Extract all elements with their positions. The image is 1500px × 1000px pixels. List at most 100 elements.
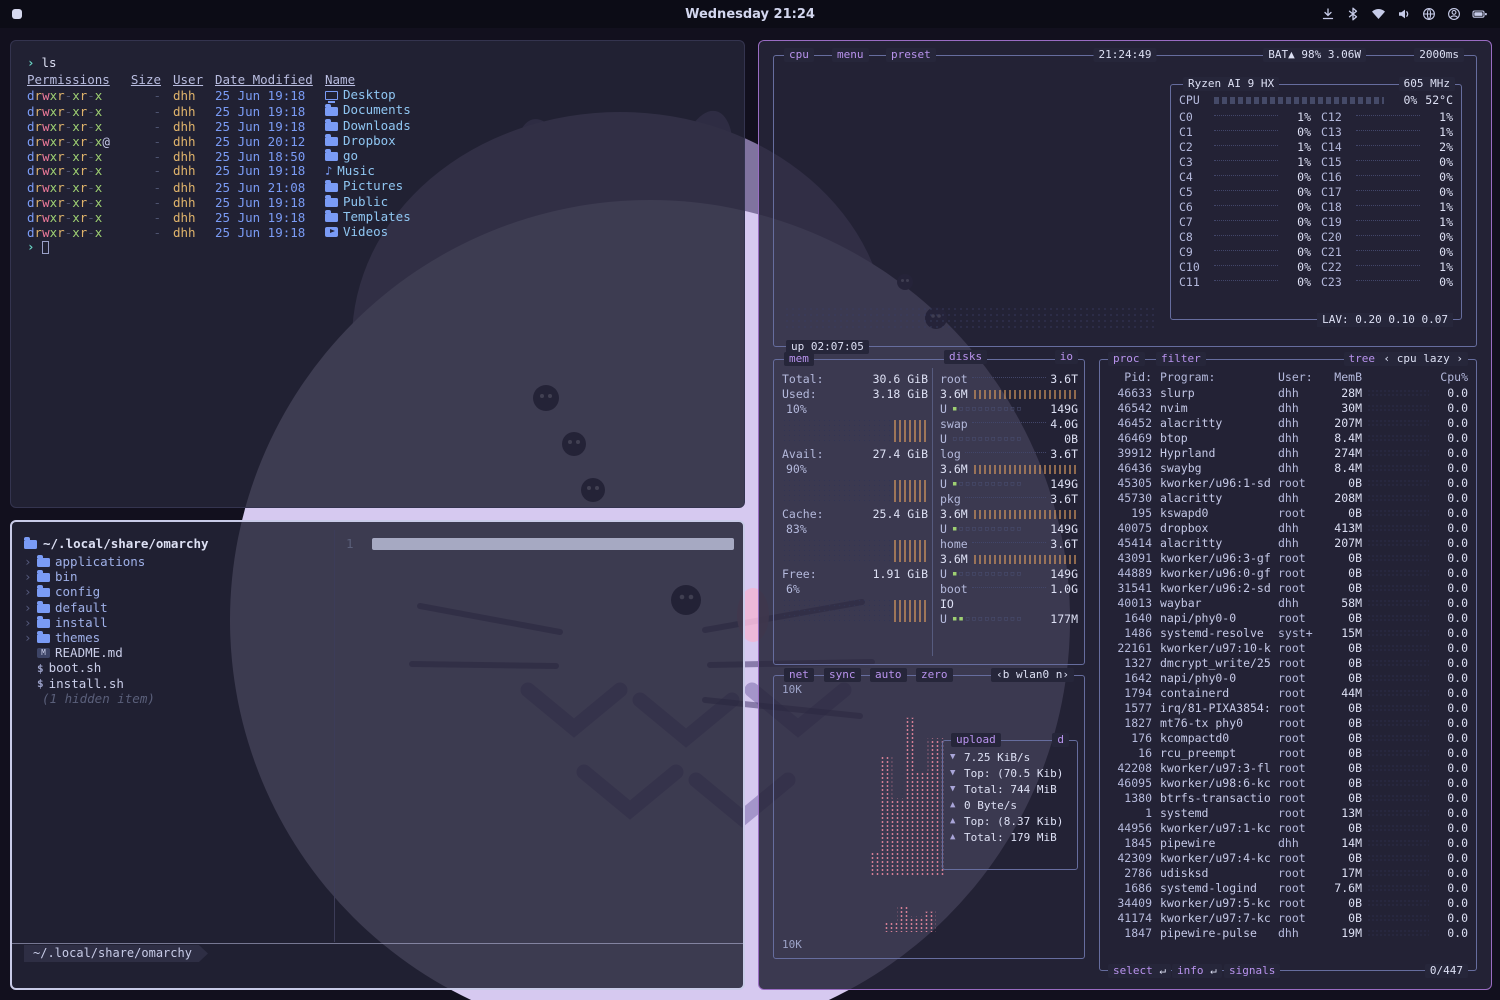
process-row[interactable]: 46542 nvim dhh 30M 0.0: [1108, 401, 1468, 416]
signals-hint[interactable]: signals: [1224, 964, 1280, 978]
proc-title[interactable]: proc: [1108, 352, 1145, 366]
sort-selector[interactable]: ‹ cpu lazy ›: [1379, 352, 1468, 366]
process-row[interactable]: 46436 swaybg dhh 8.4M 0.0: [1108, 461, 1468, 476]
filter-button[interactable]: filter: [1156, 352, 1206, 366]
updates-icon[interactable]: [1321, 7, 1335, 21]
process-row[interactable]: 1327 dmcrypt_write/25 root 0B 0.0: [1108, 656, 1468, 671]
core-label: C12: [1321, 110, 1351, 125]
disk-entry[interactable]: home 3.6T 3.6M U ▪▫▫▫▫▫▫▫▫▫▫ 149G: [940, 537, 1078, 582]
ls-row: drwxr-xr-x - dhh 25 Jun 19:18 Documents: [27, 102, 728, 117]
preset-button[interactable]: preset: [886, 48, 936, 62]
process-row[interactable]: 45414 alacritty dhh 207M 0.0: [1108, 536, 1468, 551]
file-permissions: drwxr-xr-x: [27, 88, 129, 104]
process-row[interactable]: 1640 napi/phy0-0 root 0B 0.0: [1108, 611, 1468, 626]
tree-item[interactable]: › bin: [24, 569, 324, 584]
process-row[interactable]: 2786 udisksd root 17M 0.0: [1108, 866, 1468, 881]
tree-item[interactable]: › config: [24, 584, 324, 599]
process-row[interactable]: 43091 kworker/u96:3-gf root 0B 0.0: [1108, 551, 1468, 566]
disk-entry[interactable]: log 3.6T 3.6M U ▪▫▫▫▫▫▫▫▫▫▫ 149G: [940, 447, 1078, 492]
process-row[interactable]: 42208 kworker/u97:3-fl root 0B 0.0: [1108, 761, 1468, 776]
terminal-window-ls[interactable]: › ls Permissions Size User Date Modified…: [10, 40, 745, 508]
process-row[interactable]: 195 kswapd0 root 0B 0.0: [1108, 506, 1468, 521]
process-row[interactable]: 1845 pipewire dhh 14M 0.0: [1108, 836, 1468, 851]
process-row[interactable]: 16 rcu_preempt root 0B 0.0: [1108, 746, 1468, 761]
process-name: systemd-logind: [1152, 881, 1278, 896]
process-user: dhh: [1278, 521, 1324, 536]
net-interface[interactable]: ‹b wlan0 n›: [991, 668, 1074, 682]
process-row[interactable]: 41174 kworker/u97:7-kc root 0B 0.0: [1108, 911, 1468, 926]
process-row[interactable]: 44956 kworker/u97:1-kc root 0B 0.0: [1108, 821, 1468, 836]
account-icon[interactable]: [1447, 7, 1461, 21]
update-interval[interactable]: 2000ms: [1414, 48, 1464, 62]
tree-root-row[interactable]: ~/.local/share/omarchy: [24, 536, 209, 551]
process-row[interactable]: 1794 containerd root 44M 0.0: [1108, 686, 1468, 701]
tree-item[interactable]: › themes: [24, 630, 324, 645]
io-mode-toggle[interactable]: io: [1055, 350, 1078, 364]
tree-toggle[interactable]: tree: [1344, 352, 1381, 366]
net-zero-toggle[interactable]: zero: [916, 668, 953, 682]
tree-item[interactable]: › default: [24, 600, 324, 615]
col-permissions: Permissions: [27, 72, 129, 88]
memory-stats: Total: 30.6 GiB Used: 3.18 GiB 10%: [782, 372, 928, 627]
core-meter: [1214, 145, 1278, 146]
process-row[interactable]: 46469 btop dhh 8.4M 0.0: [1108, 431, 1468, 446]
process-row[interactable]: 1486 systemd-resolve syst+ 15M 0.0: [1108, 626, 1468, 641]
tree-item[interactable]: (1 hidden item): [24, 691, 324, 706]
process-row[interactable]: 40075 dropbox dhh 413M 0.0: [1108, 521, 1468, 536]
disk-entry[interactable]: swap 4.0G U ▫▫▫▫▫▫▫▫▫▫▫ 0B: [940, 417, 1078, 447]
col-cpu[interactable]: Cpu%: [1434, 370, 1468, 386]
process-row[interactable]: 1827 mt76-tx phy0 root 0B 0.0: [1108, 716, 1468, 731]
wifi-icon[interactable]: [1371, 7, 1386, 21]
col-program[interactable]: Program:: [1152, 370, 1278, 386]
process-row[interactable]: 39912 Hyprland dhh 274M 0.0: [1108, 446, 1468, 461]
cpu-title[interactable]: cpu: [784, 48, 814, 62]
disk-entry[interactable]: root 3.6T 3.6M U ▪▫▫▫▫▫▫▫▫▫▫ 149G: [940, 372, 1078, 417]
process-row[interactable]: 45305 kworker/u96:1-sd root 0B 0.0: [1108, 476, 1468, 491]
disks-title[interactable]: disks: [944, 350, 987, 364]
net-title[interactable]: net: [784, 668, 814, 682]
disk-entry[interactable]: pkg 3.6T 3.6M U ▪▫▫▫▫▫▫▫▫▫▫ 149G: [940, 492, 1078, 537]
process-row[interactable]: 46095 kworker/u98:6-kc root 0B 0.0: [1108, 776, 1468, 791]
net-auto-toggle[interactable]: auto: [870, 668, 907, 682]
tree-item[interactable]: › applications: [24, 554, 324, 569]
col-user[interactable]: User:: [1278, 370, 1324, 386]
process-row[interactable]: 44889 kworker/u96:0-gf root 0B 0.0: [1108, 566, 1468, 581]
menu-button[interactable]: menu: [832, 48, 869, 62]
tree-item[interactable]: README.md: [24, 645, 324, 660]
info-hint[interactable]: info ↵: [1172, 964, 1222, 978]
process-row[interactable]: 1686 systemd-logind root 7.6M 0.0: [1108, 881, 1468, 896]
process-row[interactable]: 1 systemd root 13M 0.0: [1108, 806, 1468, 821]
tree-item[interactable]: boot.sh: [24, 660, 324, 675]
process-row[interactable]: 176 kcompactd0 root 0B 0.0: [1108, 731, 1468, 746]
process-row[interactable]: 46633 slurp dhh 28M 0.0: [1108, 386, 1468, 401]
col-pid[interactable]: Pid:: [1108, 370, 1152, 386]
file-tree-window[interactable]: ~/.local/share/omarchy › applications › …: [10, 520, 745, 990]
network-icon[interactable]: [1422, 7, 1436, 21]
process-row[interactable]: 1380 btrfs-transactio root 0B 0.0: [1108, 791, 1468, 806]
workspace-indicator[interactable]: [12, 9, 22, 19]
process-row[interactable]: 46452 alacritty dhh 207M 0.0: [1108, 416, 1468, 431]
process-row[interactable]: 1577 irq/81-PIXA3854: root 0B 0.0: [1108, 701, 1468, 716]
process-row[interactable]: 40013 waybar dhh 58M 0.0: [1108, 596, 1468, 611]
net-sync-toggle[interactable]: sync: [824, 668, 861, 682]
tree-item[interactable]: install.sh: [24, 676, 324, 691]
select-hint[interactable]: select ↵: [1108, 964, 1171, 978]
process-row[interactable]: 34409 kworker/u97:5-kc root 0B 0.0: [1108, 896, 1468, 911]
bluetooth-icon[interactable]: [1346, 7, 1360, 21]
process-row[interactable]: 22161 kworker/u97:10-k root 0B 0.0: [1108, 641, 1468, 656]
buffer-cursor-line[interactable]: [372, 538, 734, 550]
mem-title[interactable]: mem: [784, 352, 814, 366]
col-mem[interactable]: MemB: [1324, 370, 1362, 386]
process-cpu-graph: [1367, 479, 1429, 488]
process-row[interactable]: 31541 kworker/u96:2-sd root 0B 0.0: [1108, 581, 1468, 596]
process-row[interactable]: 1642 napi/phy0-0 root 0B 0.0: [1108, 671, 1468, 686]
process-row[interactable]: 45730 alacritty dhh 208M 0.0: [1108, 491, 1468, 506]
battery-icon[interactable]: [1472, 7, 1488, 21]
process-row[interactable]: 1847 pipewire-pulse dhh 19M 0.0: [1108, 926, 1468, 941]
tree-item[interactable]: › install: [24, 615, 324, 630]
shell-prompt-line-2[interactable]: ›: [27, 239, 728, 255]
volume-icon[interactable]: [1397, 7, 1411, 21]
process-row[interactable]: 42309 kworker/u97:4-kc root 0B 0.0: [1108, 851, 1468, 866]
btop-window[interactable]: cpu menu preset 21:24:49 BAT▲ 98% 3.06W …: [758, 40, 1492, 990]
disk-entry[interactable]: boot 1.0G IO U ▪▪▫▫▫▫▫▫▫▫▫ 177M: [940, 582, 1078, 627]
